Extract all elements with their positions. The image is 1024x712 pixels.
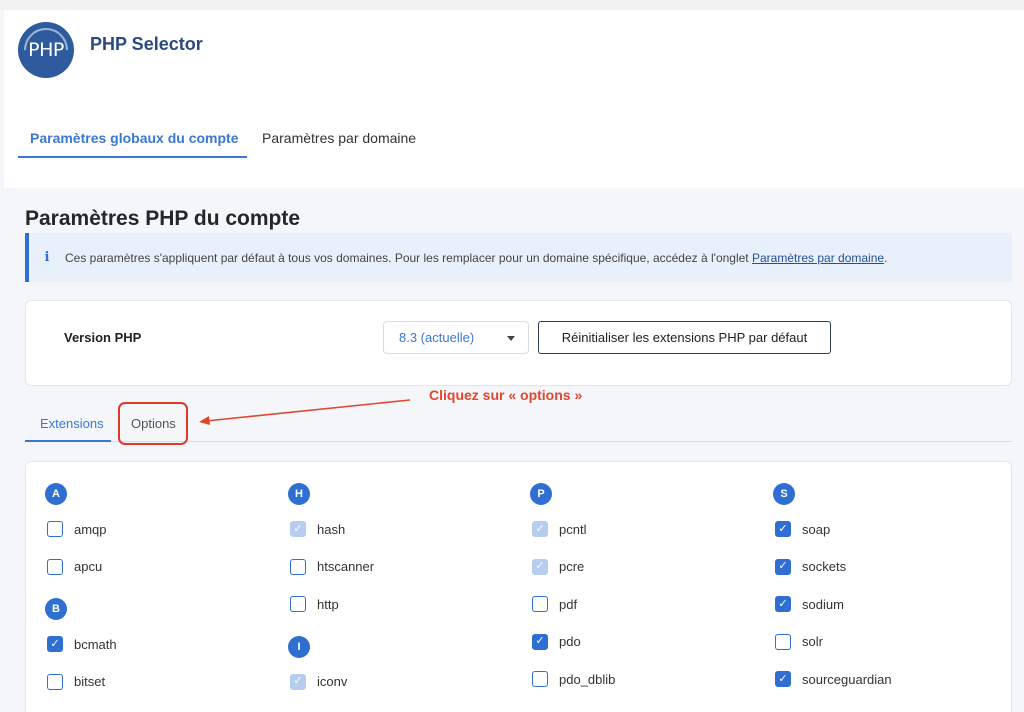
info-banner: i Ces paramètres s'appliquent par défaut…	[25, 233, 1012, 282]
extensions-card: Aamqp apcu B ✓ bcmath bitset H ✓ hash htscanner h…	[25, 461, 1012, 712]
active-subtab-indicator	[25, 440, 111, 442]
extension-item-http[interactable]: http	[290, 596, 339, 612]
extension-checkbox[interactable]	[532, 596, 548, 612]
extension-name: pcntl	[559, 521, 587, 537]
extension-checkbox[interactable]	[47, 558, 63, 575]
extension-name: pcre	[559, 559, 585, 574]
letter-badge-p: P	[530, 483, 552, 505]
php-version-value: 8.3 (actuelle)	[399, 330, 475, 345]
extension-item-pdo[interactable]: ✓ pdo	[532, 633, 581, 650]
extension-name: apcu	[74, 559, 103, 574]
extension-item-bitset[interactable]: bitset	[47, 673, 106, 690]
letter-badge-s: S	[773, 483, 795, 505]
php-version-card: Version PHP 8.3 (actuelle) Réinitialiser…	[25, 300, 1012, 386]
extension-name: amqp	[74, 521, 107, 537]
app-header: PHP PHP Selector Paramètres globaux du c…	[4, 10, 1024, 188]
extension-checkbox[interactable]	[775, 633, 791, 650]
extension-item-amqp[interactable]: amqp	[47, 521, 107, 537]
extension-item-apcu[interactable]: apcu	[47, 558, 103, 575]
extension-name: htscanner	[317, 559, 375, 574]
extension-checkbox[interactable]	[290, 558, 306, 575]
reset-extensions-button[interactable]: Réinitialiser les extensions PHP par déf…	[538, 321, 831, 354]
extension-name: soap	[802, 521, 831, 537]
tab-global-settings[interactable]: Paramètres globaux du compte	[30, 130, 239, 146]
extension-checkbox[interactable]: ✓	[532, 633, 548, 650]
extension-checkbox[interactable]: ✓	[775, 558, 791, 575]
page-title: Paramètres PHP du compte	[25, 207, 301, 230]
extension-name: bcmath	[74, 636, 117, 652]
app-title: PHP Selector	[90, 34, 203, 54]
extension-name: http	[317, 596, 339, 612]
options-highlight-box	[118, 402, 188, 445]
php-logo: PHP	[18, 22, 74, 78]
extension-item-solr[interactable]: solr	[775, 633, 823, 650]
extension-item-soap[interactable]: ✓ soap	[775, 521, 830, 537]
extension-name: sourceguardian	[802, 671, 892, 687]
extension-name: iconv	[317, 674, 348, 689]
extension-name: hash	[317, 521, 346, 537]
browser-top-strip	[0, 0, 1024, 10]
extension-item-sourceguardian[interactable]: ✓ sourceguardian	[775, 671, 892, 687]
extension-name: solr	[802, 634, 823, 649]
tab-domain-settings[interactable]: Paramètres par domaine	[262, 130, 416, 146]
annotation-arrow-icon	[199, 399, 411, 425]
extension-name: pdo_dblib	[559, 671, 616, 687]
extension-checkbox[interactable]: ✓	[775, 521, 791, 537]
letter-badge-a: A	[45, 483, 67, 505]
extension-item-sodium[interactable]: ✓ sodium	[775, 596, 844, 612]
php-version-select[interactable]: 8.3 (actuelle)	[383, 321, 529, 354]
extension-name: bitset	[74, 674, 106, 689]
info-text: Ces paramètres s'appliquent par défaut à…	[65, 250, 888, 265]
php-version-label: Version PHP	[64, 330, 142, 345]
extension-item-htscanner[interactable]: htscanner	[290, 558, 375, 575]
extension-name: sockets	[802, 559, 847, 574]
annotation-text: Cliquez sur « options »	[429, 387, 583, 403]
extension-checkbox: ✓	[532, 521, 548, 537]
extension-checkbox[interactable]	[47, 521, 63, 537]
tab-extensions[interactable]: Extensions	[40, 416, 104, 431]
extension-item-pdf[interactable]: pdf	[532, 596, 577, 612]
extension-item-iconv: ✓ iconv	[290, 673, 348, 690]
active-tab-indicator	[18, 156, 247, 158]
extension-checkbox[interactable]	[532, 671, 548, 687]
extension-item-pdo-dblib[interactable]: pdo_dblib	[532, 671, 615, 687]
extension-item-sockets[interactable]: ✓ sockets	[775, 558, 847, 575]
extension-item-pcre: ✓ pcre	[532, 558, 585, 575]
extension-item-hash: ✓ hash	[290, 521, 345, 537]
extension-checkbox: ✓	[290, 521, 306, 537]
domain-settings-link[interactable]: Paramètres par domaine	[752, 251, 884, 265]
extension-checkbox: ✓	[532, 558, 548, 575]
extension-checkbox[interactable]	[47, 673, 63, 690]
extension-checkbox[interactable]: ✓	[775, 671, 791, 687]
extension-checkbox[interactable]	[290, 596, 306, 612]
letter-badge-b: B	[45, 598, 67, 620]
extension-name: sodium	[802, 596, 844, 612]
chevron-down-icon	[507, 336, 515, 341]
extension-name: pdf	[559, 596, 578, 612]
letter-badge-h: H	[288, 483, 310, 505]
extension-item-bcmath[interactable]: ✓ bcmath	[47, 636, 117, 652]
extension-checkbox[interactable]: ✓	[775, 596, 791, 612]
extension-checkbox: ✓	[290, 673, 306, 690]
letter-badge-i: I	[288, 635, 310, 658]
extension-item-pcntl: ✓ pcntl	[532, 521, 586, 537]
info-icon: i	[44, 250, 50, 265]
extension-name: pdo	[559, 634, 581, 649]
extension-checkbox[interactable]: ✓	[47, 636, 63, 652]
